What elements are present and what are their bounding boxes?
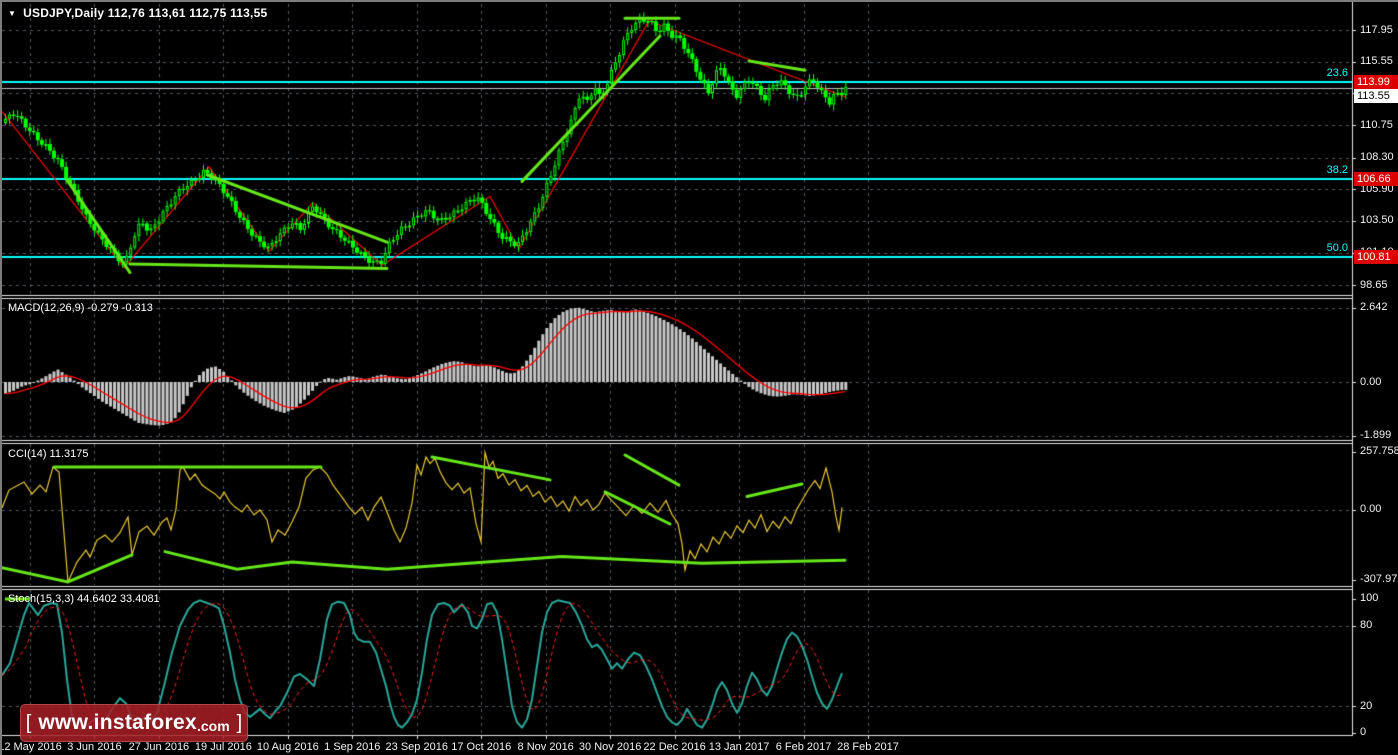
axis-label-stoch: 80: [1360, 619, 1373, 632]
date-axis-label: 3 Jun 2016: [67, 741, 122, 753]
fib-level-label: 23.6: [1326, 67, 1348, 80]
axis-label-stoch: 0: [1360, 726, 1367, 739]
axis-label-stoch: 20: [1360, 699, 1373, 712]
stoch-indicator-label: Stoch(15,3,3) 44.6402 33.4081: [8, 593, 160, 605]
fib-level-label: 38.2: [1326, 164, 1348, 177]
fib-price-tag: 113.99: [1354, 75, 1398, 90]
logo-bracket-left: [: [25, 711, 32, 734]
axis-label-main: 117.95: [1360, 23, 1393, 36]
axis-label-macd: 2.642: [1360, 301, 1388, 313]
date-axis-label: 10 Aug 2016: [256, 741, 319, 753]
current-price-tag: 113.55: [1354, 89, 1398, 104]
fib-level-label: 50.0: [1326, 241, 1348, 254]
date-axis-label: 8 Nov 2016: [517, 741, 574, 753]
date-axis-label: 12 May 2016: [0, 741, 62, 753]
cci-indicator-label: CCI(14) 11.3175: [8, 448, 89, 460]
symbol-title: USDJPY,Daily 112,76 113,61 112,75 113,55: [23, 6, 268, 20]
date-axis-label: 28 Feb 2017: [837, 741, 899, 753]
axis-label-cci: 257.7588: [1360, 445, 1398, 458]
logo-text: www.instaforex: [38, 711, 197, 734]
axis-label-cci: -307.971: [1360, 573, 1398, 586]
instaforex-watermark: [ www.instaforex .com ]: [20, 704, 248, 742]
date-axis-label: 6 Feb 2017: [775, 741, 832, 753]
fib-price-tag: 100.81: [1354, 249, 1398, 264]
date-axis-label: 27 Jun 2016: [128, 741, 190, 753]
chevron-down-icon[interactable]: ▼: [8, 9, 16, 18]
chart-canvas[interactable]: [2, 2, 1398, 755]
axis-label-main: 103.50: [1360, 214, 1394, 227]
chart-window: ▼ USDJPY,Daily 112,76 113,61 112,75 113,…: [0, 0, 1398, 755]
logo-bracket-right: ]: [236, 711, 243, 734]
logo-suffix: .com: [196, 717, 230, 734]
fib-price-tag: 106.66: [1354, 172, 1398, 187]
date-axis-label: 19 Jul 2016: [194, 741, 252, 753]
date-axis-label: 30 Nov 2016: [578, 741, 642, 753]
date-axis-label: 1 Sep 2016: [324, 741, 381, 753]
symbol-title-bar[interactable]: ▼ USDJPY,Daily 112,76 113,61 112,75 113,…: [8, 6, 267, 20]
date-axis-label: 22 Dec 2016: [643, 741, 706, 753]
axis-label-cci: 0.00: [1360, 503, 1382, 516]
axis-label-main: 110.75: [1360, 118, 1393, 131]
axis-label-main: 108.30: [1360, 151, 1394, 164]
axis-label-stoch: 100: [1360, 592, 1379, 605]
date-axis-label: 17 Oct 2016: [451, 741, 512, 753]
axis-label-macd: -1.899: [1360, 429, 1392, 442]
date-axis-label: 23 Sep 2016: [385, 741, 448, 753]
macd-indicator-label: MACD(12,26,9) -0.279 -0.313: [8, 302, 153, 314]
axis-label-main: 115.55: [1360, 55, 1393, 68]
date-axis-label: 13 Jan 2017: [708, 741, 770, 753]
axis-label-main: 98.65: [1360, 278, 1388, 291]
axis-label-macd: 0.00: [1360, 375, 1382, 388]
